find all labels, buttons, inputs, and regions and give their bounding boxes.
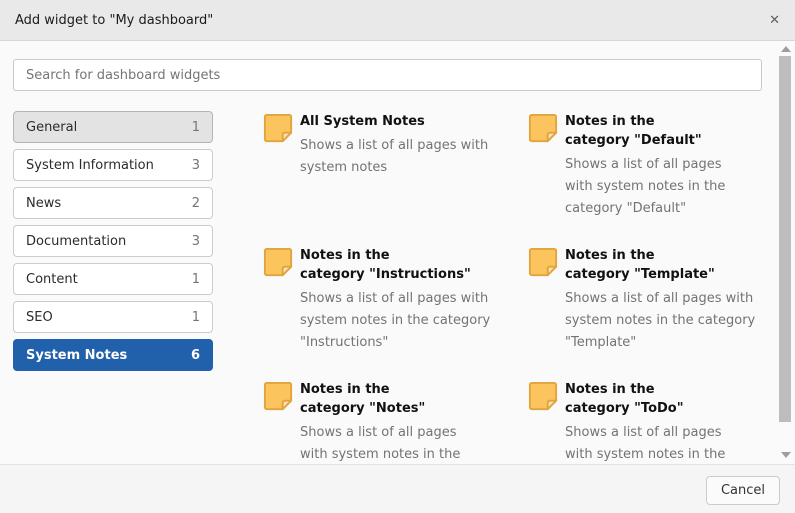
category-label: General bbox=[26, 120, 77, 135]
widget-title: Notes in the category "Notes" bbox=[300, 379, 460, 418]
category-sidebar: General 1 System Information 3 News 2 Do… bbox=[13, 111, 213, 464]
cancel-button[interactable]: Cancel bbox=[706, 476, 780, 505]
sticky-note-icon bbox=[528, 113, 558, 143]
widget-description: Shows a list of all pages with system no… bbox=[300, 135, 488, 179]
search-input[interactable] bbox=[13, 59, 762, 91]
category-label: News bbox=[26, 196, 61, 211]
widget-title: All System Notes bbox=[300, 111, 488, 131]
widget-description: Shows a list of all pages with system no… bbox=[300, 422, 460, 464]
category-system-information[interactable]: System Information 3 bbox=[13, 149, 213, 181]
modal-body: General 1 System Information 3 News 2 Do… bbox=[0, 42, 768, 464]
scrollbar-thumb[interactable] bbox=[779, 56, 791, 422]
category-count: 3 bbox=[192, 234, 200, 249]
category-label: Documentation bbox=[26, 234, 126, 249]
add-widget-modal: Add widget to "My dashboard" ✕ General 1… bbox=[0, 0, 795, 513]
widget-notes-todo[interactable]: Notes in the category "ToDo" Shows a lis… bbox=[528, 379, 768, 464]
sticky-note-icon bbox=[528, 381, 558, 411]
vertical-scrollbar[interactable] bbox=[779, 42, 793, 464]
sticky-note-icon bbox=[263, 247, 293, 277]
category-count: 1 bbox=[192, 310, 200, 325]
scroll-up-icon[interactable] bbox=[781, 46, 791, 52]
category-label: SEO bbox=[26, 310, 53, 325]
modal-content: General 1 System Information 3 News 2 Do… bbox=[13, 111, 768, 464]
widget-description: Shows a list of all pages with system no… bbox=[565, 422, 725, 464]
category-count: 2 bbox=[192, 196, 200, 211]
category-content[interactable]: Content 1 bbox=[13, 263, 213, 295]
category-label: System Information bbox=[26, 158, 154, 173]
category-count: 3 bbox=[192, 158, 200, 173]
widget-title: Notes in the category "Template" bbox=[565, 245, 755, 284]
category-count: 1 bbox=[192, 272, 200, 287]
category-news[interactable]: News 2 bbox=[13, 187, 213, 219]
widget-notes-default[interactable]: Notes in the category "Default" Shows a … bbox=[528, 111, 768, 220]
category-label: Content bbox=[26, 272, 78, 287]
close-icon[interactable]: ✕ bbox=[769, 14, 780, 27]
widget-title: Notes in the category "Instructions" bbox=[300, 245, 490, 284]
sticky-note-icon bbox=[528, 247, 558, 277]
widget-notes-notes[interactable]: Notes in the category "Notes" Shows a li… bbox=[263, 379, 528, 464]
modal-title: Add widget to "My dashboard" bbox=[15, 13, 213, 28]
widget-title: Notes in the category "ToDo" bbox=[565, 379, 725, 418]
widget-description: Shows a list of all pages with system no… bbox=[300, 288, 490, 354]
scroll-down-icon[interactable] bbox=[781, 452, 791, 458]
category-count: 1 bbox=[192, 120, 200, 135]
category-count: 6 bbox=[191, 348, 200, 363]
modal-header: Add widget to "My dashboard" ✕ bbox=[0, 0, 795, 41]
widget-notes-template[interactable]: Notes in the category "Template" Shows a… bbox=[528, 245, 768, 354]
category-general[interactable]: General 1 bbox=[13, 111, 213, 143]
widget-all-system-notes[interactable]: All System Notes Shows a list of all pag… bbox=[263, 111, 528, 220]
category-label: System Notes bbox=[26, 348, 127, 363]
category-seo[interactable]: SEO 1 bbox=[13, 301, 213, 333]
widget-title: Notes in the category "Default" bbox=[565, 111, 725, 150]
widget-grid: All System Notes Shows a list of all pag… bbox=[263, 111, 768, 464]
widget-description: Shows a list of all pages with system no… bbox=[565, 154, 725, 220]
sticky-note-icon bbox=[263, 381, 293, 411]
category-documentation[interactable]: Documentation 3 bbox=[13, 225, 213, 257]
category-system-notes[interactable]: System Notes 6 bbox=[13, 339, 213, 371]
sticky-note-icon bbox=[263, 113, 293, 143]
widget-description: Shows a list of all pages with system no… bbox=[565, 288, 755, 354]
modal-footer: Cancel bbox=[0, 464, 795, 513]
widget-notes-instructions[interactable]: Notes in the category "Instructions" Sho… bbox=[263, 245, 528, 354]
